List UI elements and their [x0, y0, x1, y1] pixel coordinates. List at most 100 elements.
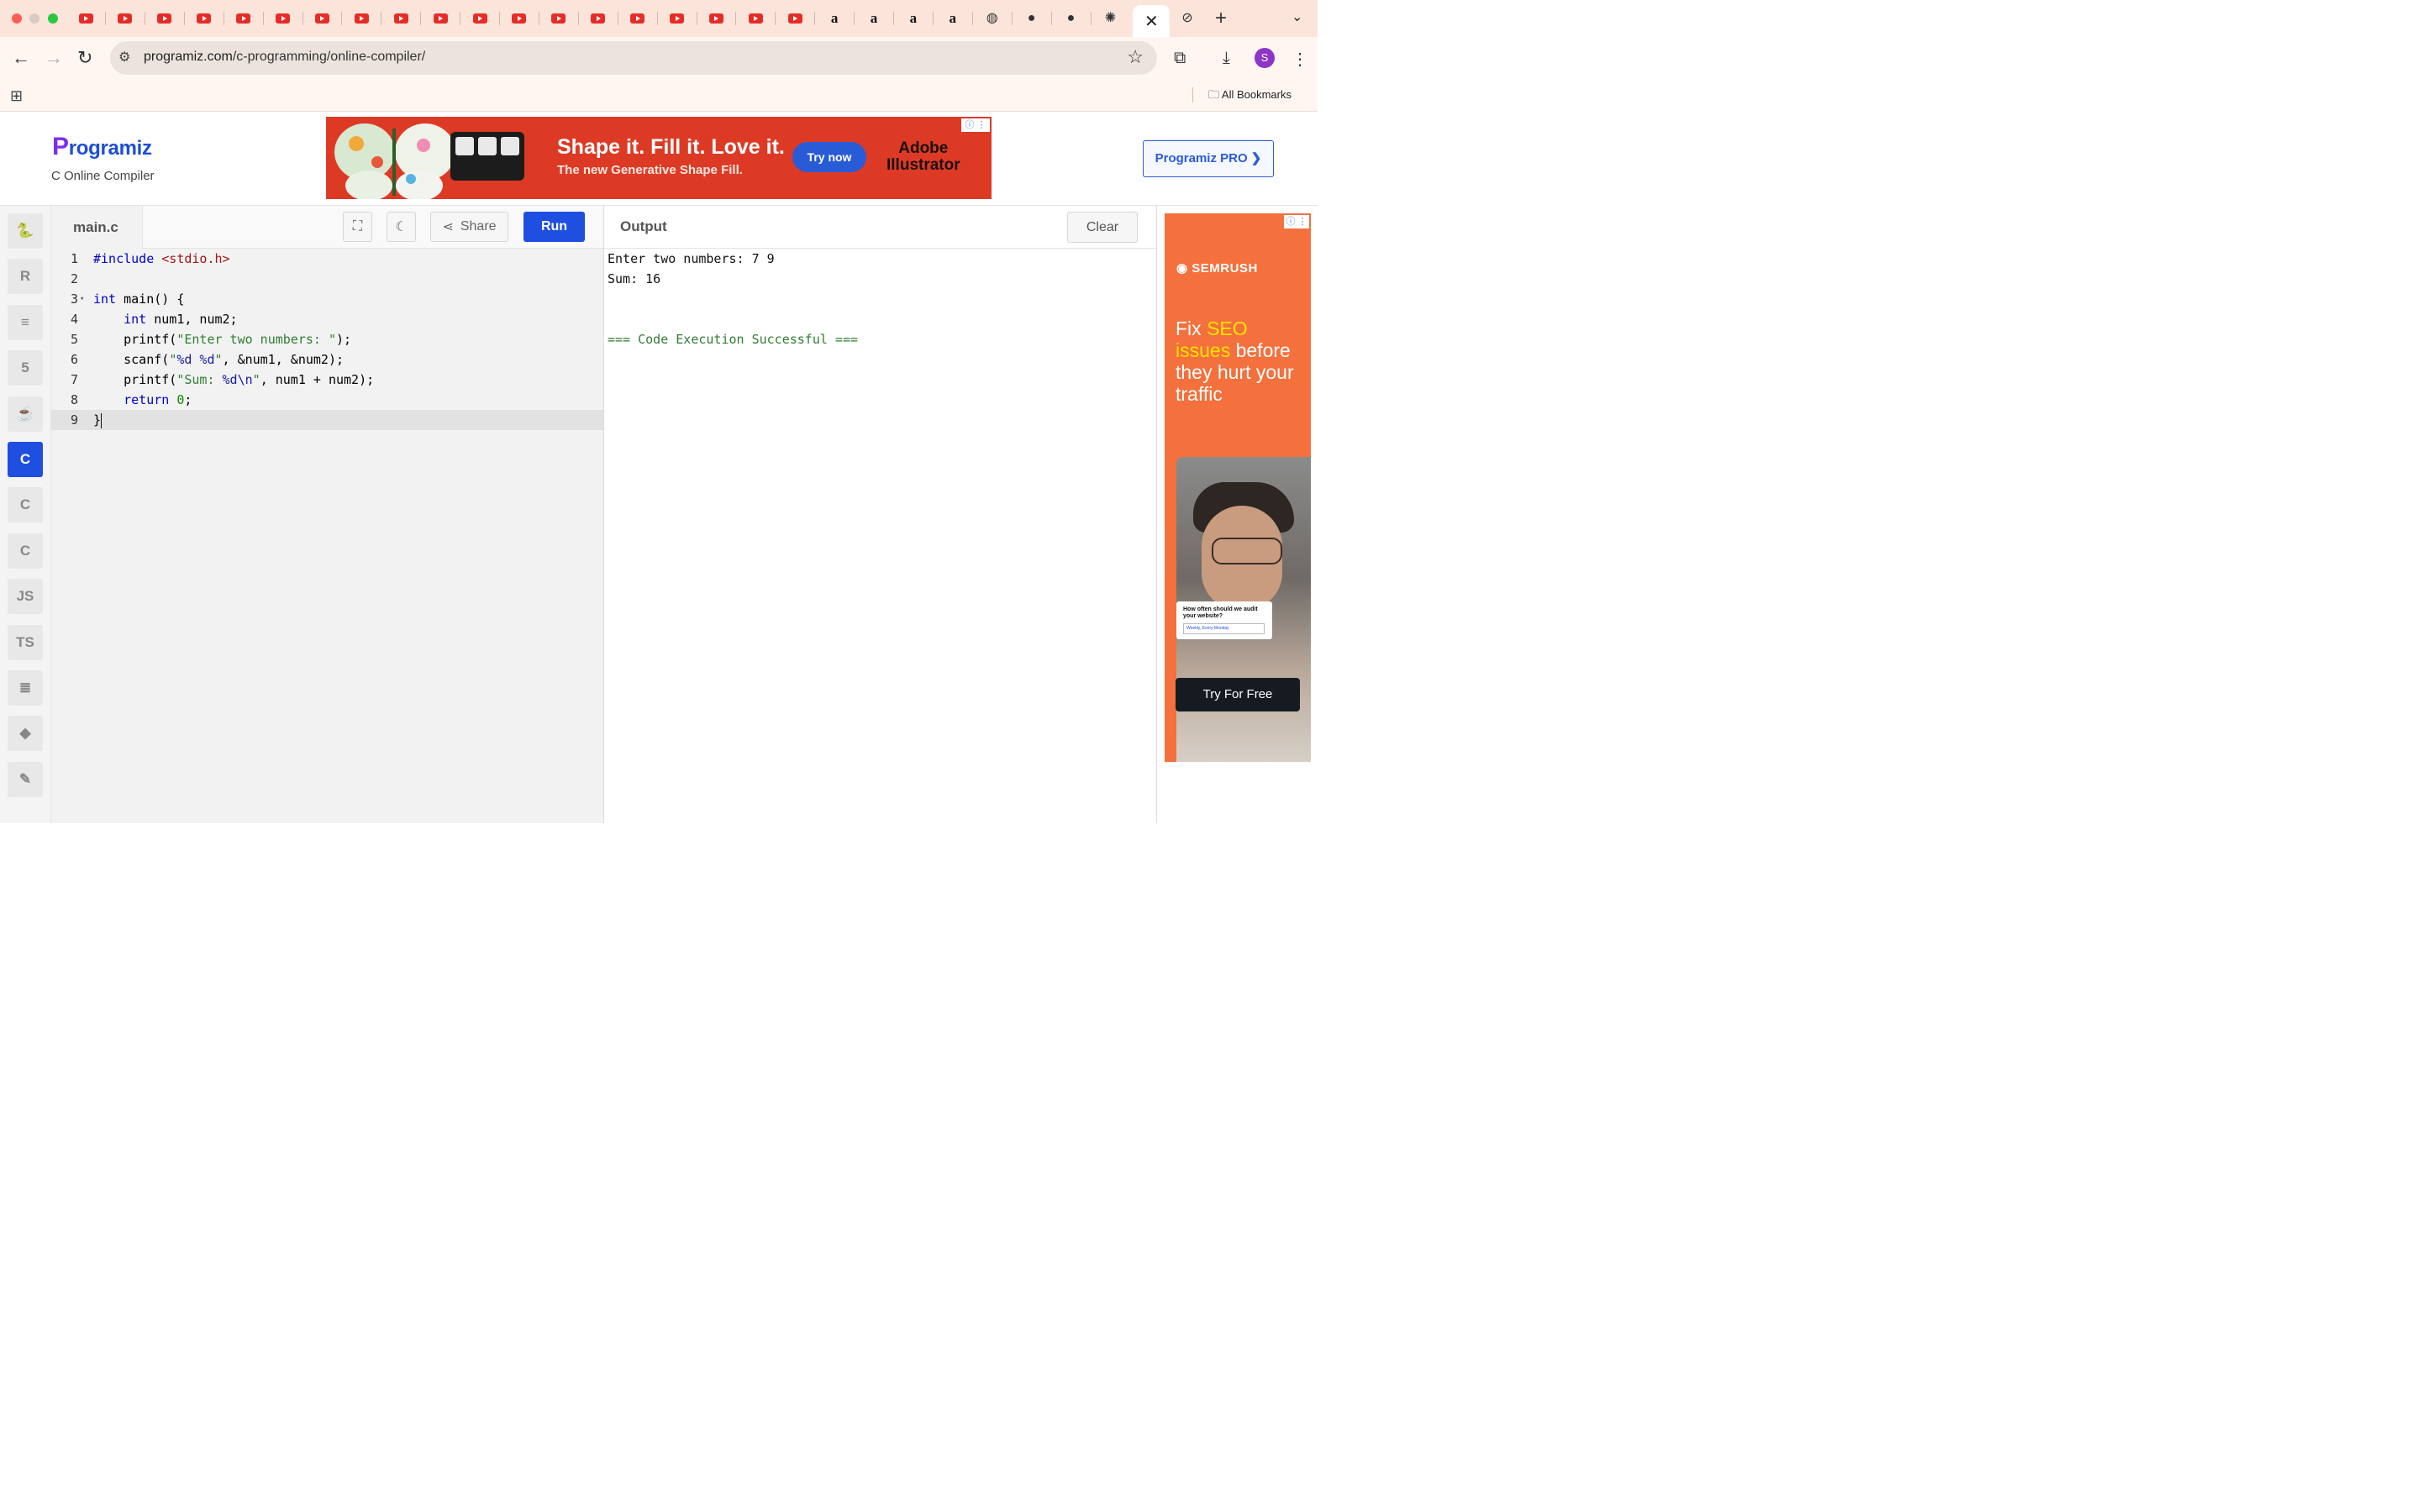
github-tab-icon[interactable]: ●: [1063, 10, 1080, 27]
sidebar-item-java[interactable]: ☕: [8, 396, 43, 432]
product-preview-thumbnails: [450, 132, 524, 181]
csharp-icon: C: [19, 542, 31, 559]
youtube-tab-icon[interactable]: [77, 10, 94, 27]
ad-info-icon[interactable]: ⓘ ⋮: [1284, 215, 1309, 228]
sidebar-item-go[interactable]: ≣: [8, 670, 43, 706]
go-icon: ≣: [18, 680, 32, 696]
maximize-window-button[interactable]: [48, 13, 58, 24]
sidebar-item-python[interactable]: 🐍: [8, 213, 43, 249]
youtube-tab-icon[interactable]: [669, 10, 686, 27]
sidebar-item-swift[interactable]: ◆: [8, 716, 43, 752]
youtube-tab-icon[interactable]: [590, 10, 607, 27]
run-button[interactable]: Run: [523, 212, 585, 242]
sidebar-item-csharp[interactable]: C: [8, 533, 43, 569]
share-button[interactable]: ⋖ Share: [430, 212, 508, 242]
all-bookmarks-button[interactable]: 🗀 All Bookmarks: [1208, 87, 1292, 106]
sidebar-item-sql[interactable]: ≡: [8, 304, 43, 340]
js-icon: JS: [16, 588, 34, 605]
forward-arrow-icon[interactable]: →: [45, 47, 63, 69]
youtube-tab-icon[interactable]: [432, 10, 449, 27]
code-area[interactable]: 1 #include <stdio.h> 2 3 ▾ int main() { 4 i…: [51, 249, 603, 430]
youtube-tab-icon[interactable]: [629, 10, 646, 27]
bookmarks-divider: [1192, 87, 1193, 102]
tab-separator: [577, 12, 579, 25]
profile-avatar[interactable]: S: [1255, 48, 1275, 68]
cpp-icon: C: [19, 496, 31, 513]
c-icon: C: [19, 451, 31, 467]
tab-separator: [893, 12, 894, 25]
ad-try-now-button[interactable]: Try now: [792, 142, 866, 172]
minimize-window-button[interactable]: [29, 13, 39, 24]
apps-grid-icon[interactable]: ⊞: [10, 87, 23, 105]
output-line: Enter two numbers: 7 9: [608, 251, 775, 266]
close-window-button[interactable]: [12, 13, 22, 24]
amazon-tab-icon[interactable]: a: [826, 10, 843, 27]
openai-alt-tab-icon[interactable]: ⊘: [1179, 10, 1196, 27]
youtube-tab-icon[interactable]: [156, 10, 173, 27]
bookmark-star-icon[interactable]: ☆: [1127, 46, 1144, 68]
programiz-logo[interactable]: Programiz: [52, 133, 152, 161]
clear-button[interactable]: Clear: [1067, 212, 1138, 243]
youtube-tab-icon[interactable]: [235, 10, 252, 27]
url-text: programiz.com/c-programming/online-compi…: [144, 50, 426, 64]
sidebar-item-cpp[interactable]: C: [8, 487, 43, 523]
youtube-tab-icon[interactable]: [275, 10, 292, 27]
address-bar[interactable]: ⚙ programiz.com/c-programming/online-com…: [110, 41, 1157, 75]
amazon-tab-icon[interactable]: a: [905, 10, 922, 27]
sidebar-item-c[interactable]: C: [8, 442, 43, 477]
execution-success-message: === Code Execution Successful ===: [608, 332, 859, 347]
youtube-tab-icon[interactable]: [786, 10, 803, 27]
output-line: Sum: 16: [608, 271, 661, 286]
youtube-tab-icon[interactable]: [471, 10, 488, 27]
youtube-tab-icon[interactable]: [196, 10, 213, 27]
youtube-tab-icon[interactable]: [511, 10, 528, 27]
ad-info-icon[interactable]: ⓘ ⋮: [961, 118, 990, 132]
dark-mode-moon-icon[interactable]: ☾: [387, 212, 416, 242]
sidebar-item-r[interactable]: R: [8, 259, 43, 295]
reload-icon[interactable]: ↻: [77, 47, 92, 69]
editor-toolbar: main.c ⛶ ☾ ⋖ Share Run: [51, 206, 603, 249]
tab-separator: [105, 12, 106, 25]
openai-tab-icon[interactable]: ✺: [1102, 10, 1118, 27]
sidebar-item-rust[interactable]: ✎: [8, 761, 43, 797]
page-subtitle: C Online Compiler: [51, 169, 155, 183]
file-tab-main-c[interactable]: main.c: [51, 206, 143, 249]
youtube-tab-icon[interactable]: [313, 10, 330, 27]
fullscreen-icon[interactable]: ⛶: [343, 212, 372, 242]
active-tab[interactable]: ✕: [1133, 5, 1170, 37]
back-arrow-icon[interactable]: ←: [12, 47, 30, 69]
tab-search-chevron-icon[interactable]: ⌄: [1292, 8, 1302, 25]
tab-separator: [932, 12, 934, 25]
extensions-puzzle-icon[interactable]: ⧉: [1174, 49, 1186, 68]
youtube-tab-icon[interactable]: [117, 10, 134, 27]
top-banner-ad[interactable]: Shape it. Fill it. Love it. The new Gene…: [326, 117, 992, 199]
download-icon[interactable]: ⤓: [1223, 49, 1230, 68]
globe-tab-icon[interactable]: ◍: [984, 10, 1001, 27]
sidebar-item-ts[interactable]: TS: [8, 624, 43, 660]
semrush-side-ad[interactable]: ⓘ ⋮ ◉ SEMRUSH Fix SEO issues before they…: [1165, 213, 1311, 762]
github-tab-icon[interactable]: ●: [1023, 10, 1040, 27]
youtube-tab-icon[interactable]: [747, 10, 764, 27]
tab-separator: [735, 12, 737, 25]
youtube-tab-icon[interactable]: [392, 10, 409, 27]
programiz-pro-button[interactable]: Programiz PRO ❯: [1143, 140, 1274, 177]
youtube-tab-icon[interactable]: [353, 10, 370, 27]
sidebar-item-html[interactable]: 5: [8, 350, 43, 386]
youtube-tab-icon[interactable]: [550, 10, 567, 27]
new-tab-button[interactable]: +: [1215, 7, 1227, 30]
try-for-free-button[interactable]: Try For Free: [1176, 678, 1300, 711]
ad-subline: The new Generative Shape Fill.: [557, 163, 743, 177]
close-tab-icon[interactable]: ✕: [1144, 11, 1159, 32]
youtube-tab-icon[interactable]: [708, 10, 724, 27]
text-cursor: [101, 412, 103, 428]
output-console[interactable]: Enter two numbers: 7 9 Sum: 16 === Code …: [608, 249, 858, 349]
browser-menu-icon[interactable]: ⋮: [1292, 49, 1308, 70]
sidebar-item-js[interactable]: JS: [8, 579, 43, 615]
amazon-tab-icon[interactable]: a: [944, 10, 961, 27]
site-info-icon[interactable]: ⚙: [118, 49, 130, 66]
butterfly-illustration: [334, 123, 455, 199]
output-header: Output Clear: [604, 206, 1156, 249]
amazon-tab-icon[interactable]: a: [865, 10, 882, 27]
